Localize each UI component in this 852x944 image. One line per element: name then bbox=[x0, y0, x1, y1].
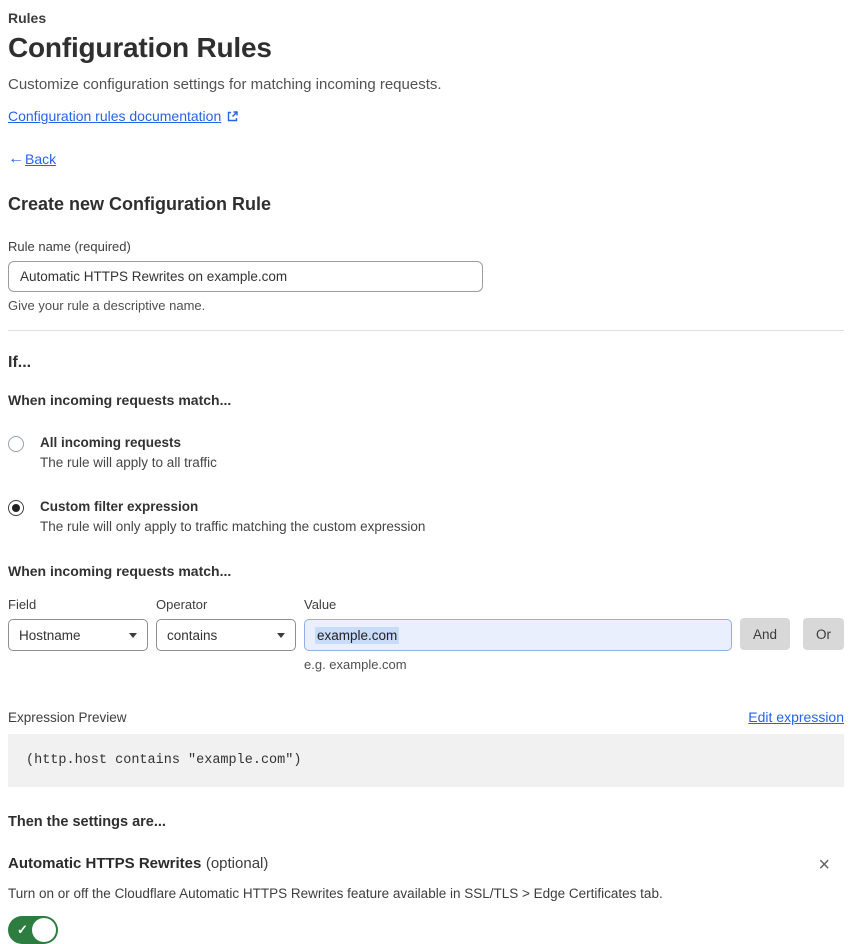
and-button-column: And bbox=[739, 597, 803, 650]
radio-option-custom-filter-expression[interactable]: Custom filter expression The rule will o… bbox=[8, 499, 844, 534]
setting-optional-label: (optional) bbox=[205, 855, 269, 872]
value-label: Value bbox=[304, 597, 337, 612]
or-button[interactable]: Or bbox=[803, 618, 844, 650]
expression-code-text: (http.host contains "example.com") bbox=[26, 753, 302, 768]
chevron-down-icon bbox=[129, 632, 137, 638]
radio-option-label: All incoming requests bbox=[40, 435, 182, 450]
then-settings-heading: Then the settings are... bbox=[8, 814, 166, 830]
incoming-match-heading: When incoming requests match... bbox=[8, 392, 232, 408]
documentation-link-row: Configuration rules documentation bbox=[8, 108, 844, 124]
expression-preview-code: (http.host contains "example.com") bbox=[8, 734, 844, 787]
back-link[interactable]: Back bbox=[25, 151, 56, 167]
radio-checked-icon[interactable] bbox=[8, 500, 24, 516]
operator-select-value: contains bbox=[167, 627, 218, 643]
section-divider bbox=[8, 330, 844, 331]
close-icon[interactable]: × bbox=[818, 855, 830, 875]
back-row: ← Back bbox=[8, 150, 844, 168]
value-input[interactable]: example.com bbox=[304, 619, 732, 651]
radio-option-text: All incoming requests The rule will appl… bbox=[40, 435, 217, 470]
setting-header: Automatic HTTPS Rewrites (optional) × bbox=[8, 855, 844, 875]
edit-expression-link[interactable]: Edit expression bbox=[748, 709, 844, 725]
radio-option-text: Custom filter expression The rule will o… bbox=[40, 499, 425, 534]
chevron-down-icon bbox=[277, 632, 285, 638]
operator-select[interactable]: contains bbox=[156, 619, 296, 651]
checkmark-icon: ✓ bbox=[17, 922, 28, 937]
field-column: Field Hostname bbox=[8, 597, 148, 651]
or-button-column: Or bbox=[803, 597, 844, 650]
value-column: Value example.com e.g. example.com bbox=[304, 597, 732, 672]
rule-name-label: Rule name (required) bbox=[8, 239, 131, 254]
field-select[interactable]: Hostname bbox=[8, 619, 148, 651]
radio-option-description: The rule will only apply to traffic matc… bbox=[40, 519, 426, 534]
breadcrumb: Rules bbox=[8, 10, 47, 26]
value-help: e.g. example.com bbox=[304, 657, 407, 672]
back-arrow-icon: ← bbox=[8, 150, 24, 167]
page-subtitle: Customize configuration settings for mat… bbox=[8, 76, 442, 93]
page-title: Configuration Rules bbox=[8, 32, 272, 63]
setting-description: Turn on or off the Cloudflare Automatic … bbox=[8, 886, 663, 901]
radio-option-all-incoming-requests[interactable]: All incoming requests The rule will appl… bbox=[8, 435, 844, 470]
rule-name-help: Give your rule a descriptive name. bbox=[8, 298, 206, 313]
if-heading: If... bbox=[8, 354, 32, 371]
expression-preview-label: Expression Preview bbox=[8, 709, 127, 725]
documentation-link[interactable]: Configuration rules documentation bbox=[8, 108, 221, 124]
setting-title-group: Automatic HTTPS Rewrites (optional) bbox=[8, 855, 268, 873]
create-rule-heading: Create new Configuration Rule bbox=[8, 194, 272, 214]
radio-unchecked-icon[interactable] bbox=[8, 436, 24, 452]
field-label: Field bbox=[8, 597, 37, 612]
expression-builder-heading: When incoming requests match... bbox=[8, 563, 232, 579]
automatic-https-rewrites-toggle[interactable]: ✓ bbox=[8, 916, 58, 944]
toggle-knob[interactable] bbox=[32, 918, 56, 942]
field-select-value: Hostname bbox=[19, 627, 81, 643]
configuration-rules-page: Rules Configuration Rules Customize conf… bbox=[0, 0, 852, 944]
operator-column: Operator contains bbox=[156, 597, 296, 651]
operator-label: Operator bbox=[156, 597, 208, 612]
value-input-text: example.com bbox=[315, 626, 400, 644]
external-link-icon bbox=[226, 110, 239, 123]
and-button[interactable]: And bbox=[739, 618, 790, 650]
radio-option-label: Custom filter expression bbox=[40, 499, 199, 514]
expression-preview-header: Expression Preview Edit expression bbox=[8, 709, 844, 725]
expression-builder-row: Field Hostname Operator contains Value e… bbox=[8, 597, 844, 672]
setting-title: Automatic HTTPS Rewrites bbox=[8, 855, 202, 872]
radio-option-description: The rule will apply to all traffic bbox=[40, 455, 217, 470]
rule-name-input[interactable] bbox=[8, 261, 483, 292]
